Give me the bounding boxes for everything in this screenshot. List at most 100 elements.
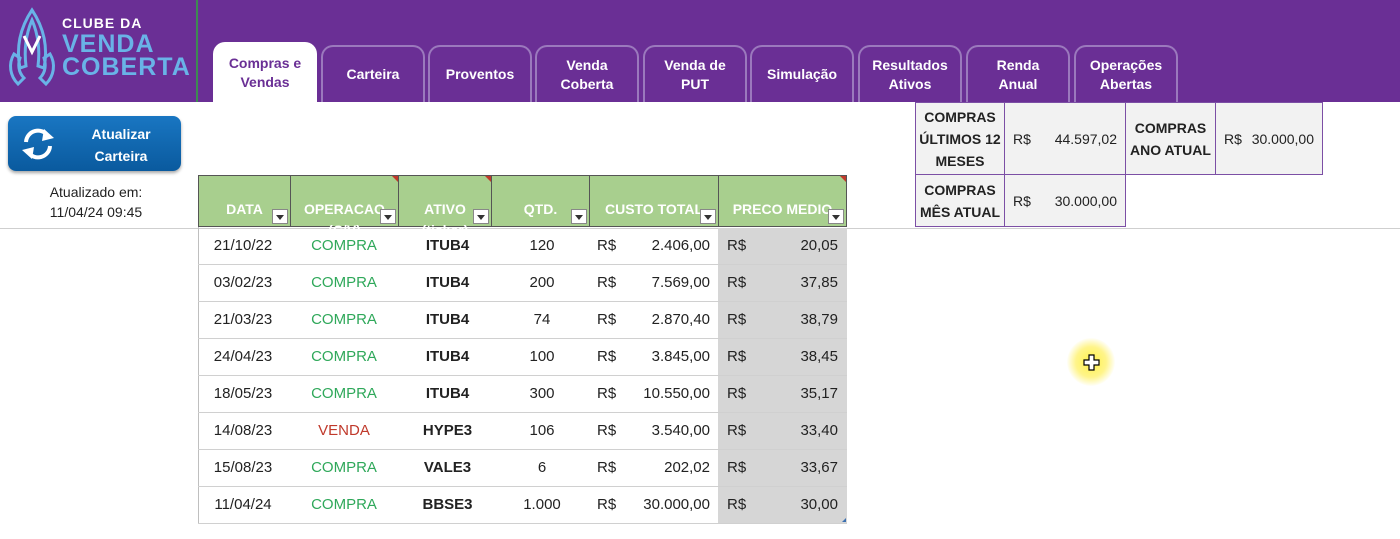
last-updated-info: Atualizado em: 11/04/24 09:45 [10,182,182,222]
amount: 30.000,00 [1054,192,1117,209]
currency-symbol: R$ [597,422,617,439]
purchases-current-month-label: COMPRAS MÊS ATUAL [915,174,1005,227]
logo-text-line3: COBERTA [62,53,191,81]
asset-cell: ITUB4 [425,385,470,402]
crosshair-cursor-icon [1083,354,1100,371]
asset-cell: ITUB4 [425,348,470,365]
tab-label: Operações Abertas [1089,56,1163,92]
asset-cell: ITUB4 [425,311,470,328]
table-row[interactable]: 15/08/23 COMPRA VALE3 6 R$ 202,02 R$ 33,… [198,450,847,487]
table-resize-handle[interactable] [842,518,846,522]
tab-label: Carteira [346,66,400,82]
currency-symbol: R$ [597,385,617,402]
update-portfolio-button[interactable]: Atualizar Carteira [8,116,181,171]
table-row[interactable]: 03/02/23 COMPRA ITUB4 200 R$ 7.569,00 R$… [198,265,847,302]
quantity-cell: 200 [529,274,555,291]
filter-dropdown-date[interactable] [272,209,288,224]
table-row[interactable]: 21/10/22 COMPRA ITUB4 120 R$ 2.406,00 R$… [198,228,847,265]
date-cell: 11/04/24 [214,496,272,513]
tab-label: Resultados Ativos [872,56,948,92]
currency-symbol: R$ [1224,130,1242,147]
tab-label: Proventos [445,66,515,82]
operation-cell: VENDA [318,422,370,439]
purchases-last-12-months-label: COMPRAS ÚLTIMOS 12 MESES [915,102,1005,175]
table-row[interactable]: 24/04/23 COMPRA ITUB4 100 R$ 3.845,00 R$… [198,339,847,376]
average-price-cell: 38,45 [800,348,838,365]
currency-symbol: R$ [597,459,617,476]
quantity-cell: 74 [533,311,551,328]
tab-venda-de-put[interactable]: Venda de PUT [643,45,747,102]
operation-cell: COMPRA [311,311,377,328]
quantity-cell: 6 [537,459,547,476]
tab-simulacao[interactable]: Simulação [750,45,854,102]
currency-symbol: R$ [597,496,617,513]
operation-cell: COMPRA [311,496,377,513]
filter-dropdown-operation[interactable] [380,209,396,224]
currency-symbol: R$ [597,311,617,328]
header-label: PRECO MEDIO [732,201,833,217]
operation-cell: COMPRA [311,385,377,402]
tab-label: Venda Coberta [560,56,614,92]
tab-renda-anual[interactable]: Renda Anual [966,45,1070,102]
table-row[interactable]: 14/08/23 VENDA HYPE3 106 R$ 3.540,00 R$ … [198,413,847,450]
date-cell: 15/08/23 [213,459,273,476]
quantity-cell: 1.000 [523,496,561,513]
tab-resultados-ativos[interactable]: Resultados Ativos [858,45,962,102]
filter-dropdown-average-price[interactable] [828,209,844,224]
currency-symbol: R$ [597,237,617,254]
operation-cell: COMPRA [311,274,377,291]
total-cost-cell: 2.406,00 [651,237,710,254]
tab-carteira[interactable]: Carteira [321,45,425,102]
amount: 44.597,02 [1054,130,1117,147]
operation-cell: COMPRA [311,459,377,476]
column-header-operation: OPERACAO (C/V) [290,175,399,238]
quantity-cell: 120 [529,237,555,254]
average-price-cell: 37,85 [800,274,838,291]
total-cost-cell: 202,02 [664,459,710,476]
table-row[interactable]: 21/03/23 COMPRA ITUB4 74 R$ 2.870,40 R$ … [198,302,847,339]
filter-dropdown-asset[interactable] [473,209,489,224]
header-label: QTD. [523,201,558,217]
header-label: DATA [226,201,263,217]
table-row[interactable]: 18/05/23 COMPRA ITUB4 300 R$ 10.550,00 R… [198,376,847,413]
quantity-cell: 300 [529,385,555,402]
date-cell: 21/10/22 [213,237,273,254]
total-cost-cell: 3.845,00 [651,348,710,365]
column-header-average-price: PRECO MEDIO [718,175,847,227]
currency-symbol: R$ [727,348,747,365]
filter-dropdown-total-cost[interactable] [700,209,716,224]
currency-symbol: R$ [727,422,747,439]
date-cell: 03/02/23 [213,274,273,291]
average-price-cell: 33,67 [800,459,838,476]
currency-symbol: R$ [1013,192,1031,209]
comment-indicator [840,176,846,182]
average-price-cell: 38,79 [800,311,838,328]
asset-cell: ITUB4 [425,274,470,291]
tab-proventos[interactable]: Proventos [428,45,532,102]
asset-cell: ITUB4 [425,237,470,254]
currency-symbol: R$ [727,237,747,254]
currency-symbol: R$ [597,274,617,291]
last-updated-label: Atualizado em: [49,184,143,200]
purchases-current-month-value: R$ 30.000,00 [1004,174,1126,227]
tab-label: Simulação [766,66,838,82]
filter-dropdown-quantity[interactable] [571,209,587,224]
tab-venda-coberta[interactable]: Venda Coberta [535,45,639,102]
total-cost-cell: 2.870,40 [651,311,710,328]
average-price-cell: 33,40 [800,422,838,439]
currency-symbol: R$ [727,459,747,476]
currency-symbol: R$ [597,348,617,365]
purchases-last-12-months-value: R$ 44.597,02 [1004,102,1126,175]
date-cell: 24/04/23 [213,348,273,365]
total-cost-cell: 7.569,00 [651,274,710,291]
quantity-cell: 106 [529,422,555,439]
amount: 30.000,00 [1251,130,1314,147]
column-header-asset: ATIVO (ticker) [398,175,492,238]
table-row[interactable]: 11/04/24 COMPRA BBSE3 1.000 R$ 30.000,00… [198,487,847,524]
tab-label: Venda de PUT [664,56,726,92]
currency-symbol: R$ [727,274,747,291]
tab-operacoes-abertas[interactable]: Operações Abertas [1074,45,1178,102]
average-price-cell: 20,05 [800,237,838,254]
tab-compras-e-vendas[interactable]: Compras e Vendas [213,42,317,102]
header-label: CUSTO TOTAL [605,201,703,217]
